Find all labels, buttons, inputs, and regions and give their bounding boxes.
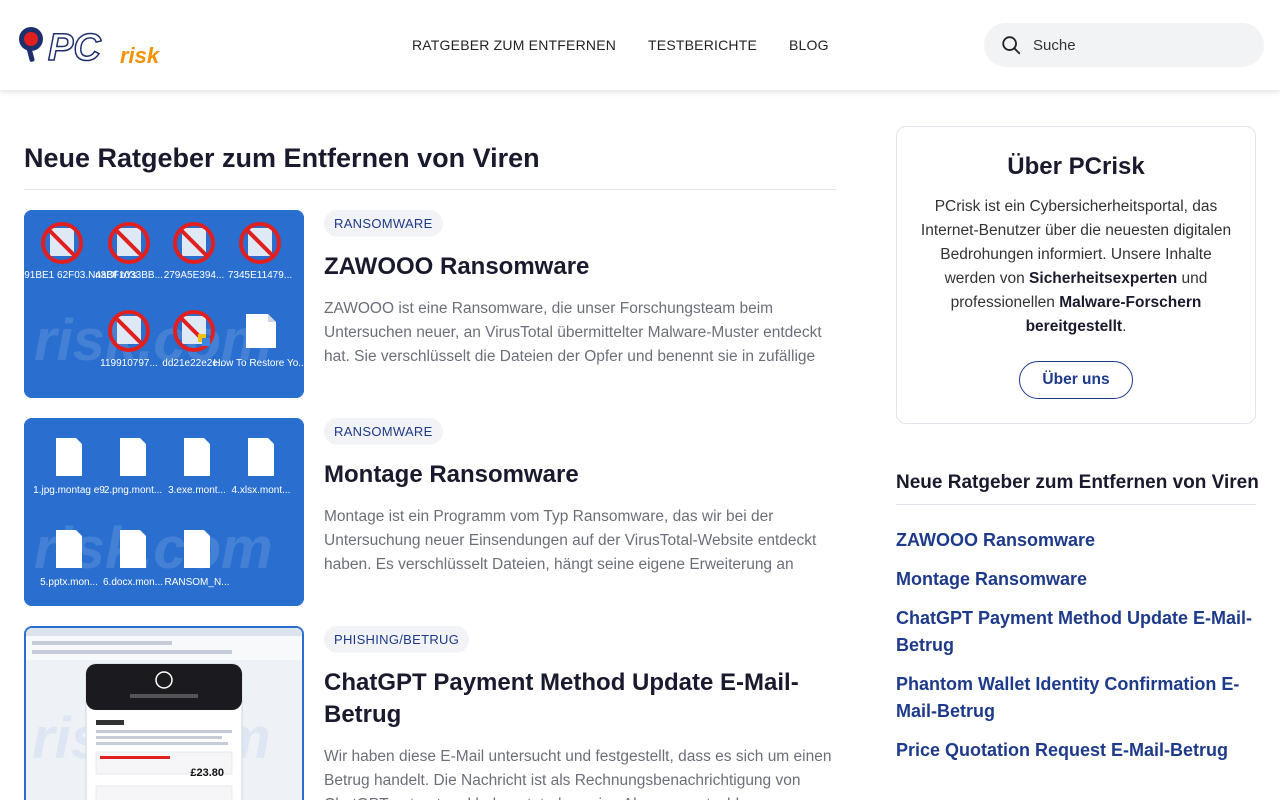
article-thumbnail[interactable]: risk.com 5BE7D1 [24,210,304,398]
sidebar-link[interactable]: ZAWOOO Ransomware [896,527,1256,554]
article-description: Wir haben diese E-Mail untersucht und fe… [324,748,832,800]
thumb-file-label: 5.pptx.mon... [40,577,98,588]
nav-item-testberichte[interactable]: TESTBERICHTE [648,37,757,53]
article-title[interactable]: ChatGPT Payment Method Update E-Mail-Bet… [324,667,836,731]
article-title[interactable]: Montage Ransomware [324,459,836,491]
sidebar-link[interactable]: ChatGPT Payment Method Update E-Mail-Bet… [896,605,1256,659]
nav-item-blog[interactable]: BLOG [789,37,829,53]
sidebar-link[interactable]: Phantom Wallet Identity Confirmation E-M… [896,671,1256,725]
site-logo[interactable]: PC risk [16,24,178,70]
about-title: Über PCrisk [1007,153,1145,180]
thumb-file-label: 3.exe.mont... [168,485,226,496]
site-header: PC risk RATGEBER ZUM ENTFERNEN TESTBERIC… [0,0,1280,90]
article-thumbnail[interactable]: risk.com 1.jpg.montag e9 2.png.mont... 3… [24,418,304,606]
category-badge[interactable]: PHISHING/BETRUG [324,626,470,653]
article-thumbnail[interactable]: risk.com £23.80 [24,626,304,800]
sidebar-link[interactable]: Montage Ransomware [896,566,1256,593]
thumb-file-label: RANSOM_N... [164,577,229,588]
sidebar-list-title: Neue Ratgeber zum Entfernen von Viren [896,472,1259,493]
about-box: Über PCrisk PCrisk ist ein Cybersicherhe… [896,126,1256,424]
sidebar-link[interactable]: Price Quotation Request E-Mail-Betrug [896,737,1256,764]
article-title[interactable]: ZAWOOO Ransomware [324,251,836,283]
page-title: Neue Ratgeber zum Entfernen von Viren [24,143,540,173]
svg-text:risk: risk [120,43,161,66]
text-file-icon [246,314,276,348]
thumb-file-label: 43BF1033BB... [95,270,163,281]
title-divider [24,189,836,190]
thumb-file-label: 1.jpg.montag e9 [33,485,105,496]
svg-text:PC: PC [48,27,101,66]
nav-item-ratgeber[interactable]: RATGEBER ZUM ENTFERNEN [412,37,616,53]
article-description: Montage ist ein Programm vom Typ Ransomw… [324,508,817,573]
article-description: ZAWOOO ist eine Ransomware, die unser Fo… [324,300,822,365]
search-icon[interactable] [1000,34,1022,56]
about-us-button[interactable]: Über uns [1019,361,1133,399]
thumb-file-label: 2.png.mont... [104,485,162,496]
main-nav: RATGEBER ZUM ENTFERNEN TESTBERICHTE BLOG [412,37,829,53]
thumb-file-label: How To Restore Yo... [213,358,304,369]
search-box[interactable] [984,23,1264,67]
thumb-amount: £23.80 [190,767,224,779]
thumb-file-label: 119910797... [100,358,158,369]
thumb-file-label: 4.xlsx.mont... [232,485,291,496]
search-input[interactable] [1033,36,1243,54]
thumb-file-label: 279A5E394... [164,270,225,281]
category-badge[interactable]: RANSOMWARE [324,210,443,237]
sidebar-list: ZAWOOO Ransomware Montage Ransomware Cha… [896,527,1256,776]
thumb-file-label: 6.docx.mon... [103,577,163,588]
sidebar-divider [896,504,1256,505]
thumb-file-label: 7345E11479... [228,270,292,281]
about-text: PCrisk ist ein Cybersicherheitsportal, d… [920,198,1232,335]
category-badge[interactable]: RANSOMWARE [324,418,443,445]
